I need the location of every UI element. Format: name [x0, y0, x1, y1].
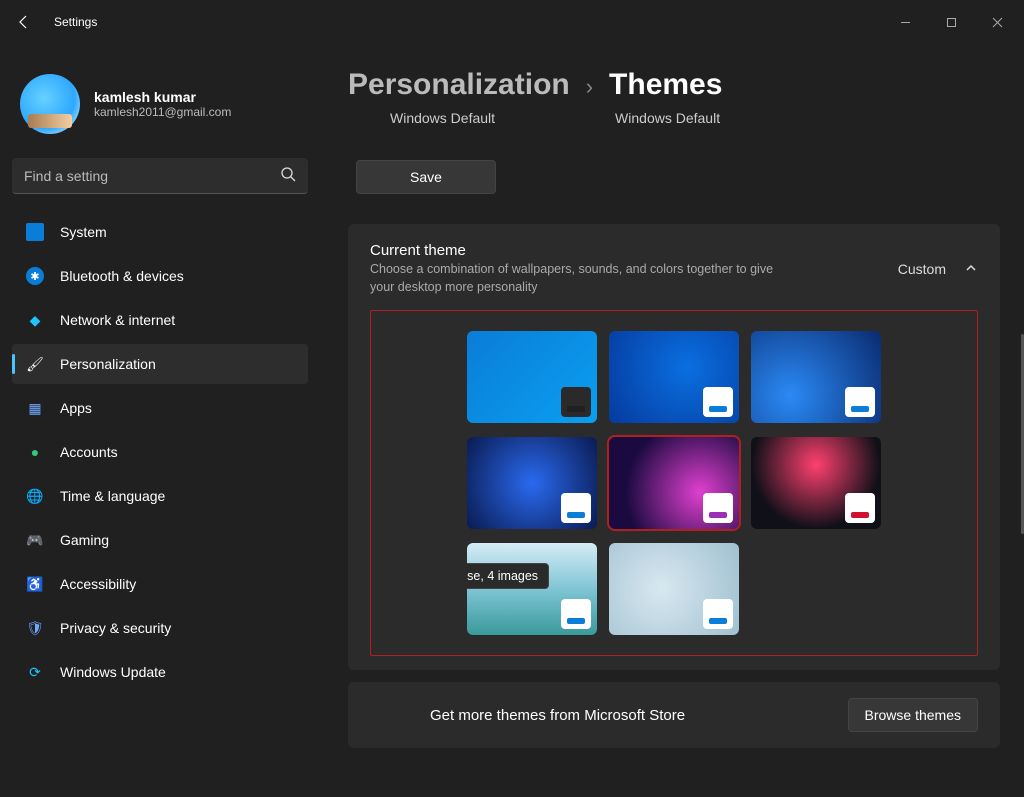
close-button[interactable] — [974, 6, 1020, 38]
gamepad-icon: 🎮 — [26, 531, 44, 549]
theme-bloom-blue[interactable] — [751, 331, 881, 423]
theme-gallery: Sunrise, 4 images — [425, 331, 923, 635]
panel-title: Current theme — [370, 242, 800, 259]
user-profile[interactable]: kamlesh kumar kamlesh2011@gmail.com — [12, 74, 308, 158]
breadcrumb: Personalization › Themes — [348, 68, 1000, 102]
theme-bloom-dark[interactable] — [467, 437, 597, 529]
main-content: Personalization › Themes Windows Default… — [320, 44, 1024, 797]
nav-time[interactable]: 🌐Time & language — [12, 476, 308, 516]
monitor-icon — [26, 223, 44, 241]
avatar — [20, 74, 80, 134]
person-icon: ● — [26, 443, 44, 461]
maximize-button[interactable] — [928, 6, 974, 38]
theme-flow[interactable] — [609, 543, 739, 635]
nav-accessibility[interactable]: ♿Accessibility — [12, 564, 308, 604]
theme-captured[interactable] — [751, 437, 881, 529]
nav-system[interactable]: System — [12, 212, 308, 252]
theme-chip — [703, 493, 733, 523]
apps-icon: ▦ — [26, 399, 44, 417]
arrow-left-icon — [16, 14, 32, 30]
panel-value: Custom — [898, 261, 946, 277]
user-name: kamlesh kumar — [94, 89, 231, 105]
nav-network[interactable]: ◆Network & internet — [12, 300, 308, 340]
nav-bluetooth[interactable]: ✱Bluetooth & devices — [12, 256, 308, 296]
accessibility-icon: ♿ — [26, 575, 44, 593]
label-windows-default-1: Windows Default — [390, 110, 495, 156]
tooltip: Sunrise, 4 images — [467, 563, 549, 589]
theme-glow[interactable] — [609, 437, 739, 529]
search-input[interactable] — [12, 158, 308, 194]
label-windows-default-2: Windows Default — [615, 110, 720, 156]
nav-list: System ✱Bluetooth & devices ◆Network & i… — [12, 212, 308, 692]
chevron-up-icon — [964, 261, 978, 278]
theme-chip — [845, 387, 875, 417]
theme-win-light[interactable] — [467, 331, 597, 423]
theme-chip — [561, 493, 591, 523]
panel-subtitle: Choose a combination of wallpapers, soun… — [370, 261, 800, 296]
back-button[interactable] — [4, 2, 44, 42]
minimize-button[interactable] — [882, 6, 928, 38]
nav-apps[interactable]: ▦Apps — [12, 388, 308, 428]
nav-gaming[interactable]: 🎮Gaming — [12, 520, 308, 560]
nav-update[interactable]: ⟳Windows Update — [12, 652, 308, 692]
store-label: Get more themes from Microsoft Store — [430, 707, 685, 724]
theme-chip — [845, 493, 875, 523]
shield-icon: 🛡 — [26, 619, 44, 637]
theme-chip — [703, 599, 733, 629]
store-row: Get more themes from Microsoft Store Bro… — [348, 682, 1000, 748]
theme-chip — [703, 387, 733, 417]
panel-header[interactable]: Current theme Choose a combination of wa… — [370, 242, 978, 296]
theme-win-dark[interactable] — [609, 331, 739, 423]
browse-themes-button[interactable]: Browse themes — [848, 698, 978, 732]
breadcrumb-parent[interactable]: Personalization — [348, 68, 570, 102]
breadcrumb-current: Themes — [609, 68, 722, 102]
title-bar: Settings — [0, 0, 1024, 44]
theme-chip — [561, 599, 591, 629]
search-icon — [280, 166, 296, 187]
nav-personalization[interactable]: 🖌Personalization — [12, 344, 308, 384]
chevron-right-icon: › — [586, 74, 593, 100]
nav-privacy[interactable]: 🛡Privacy & security — [12, 608, 308, 648]
globe-icon: 🌐 — [26, 487, 44, 505]
save-button[interactable]: Save — [356, 160, 496, 194]
window-title: Settings — [54, 15, 97, 29]
brush-icon: 🖌 — [26, 355, 44, 373]
current-theme-panel: Current theme Choose a combination of wa… — [348, 224, 1000, 670]
partial-top-row: Windows Default Windows Default — [348, 110, 1000, 156]
search-box[interactable] — [12, 158, 308, 194]
sidebar: kamlesh kumar kamlesh2011@gmail.com Syst… — [0, 44, 320, 797]
update-icon: ⟳ — [26, 663, 44, 681]
wifi-icon: ◆ — [26, 311, 44, 329]
nav-accounts[interactable]: ●Accounts — [12, 432, 308, 472]
theme-sunrise[interactable]: Sunrise, 4 images — [467, 543, 597, 635]
bluetooth-icon: ✱ — [26, 267, 44, 285]
theme-chip — [561, 387, 591, 417]
user-email: kamlesh2011@gmail.com — [94, 105, 231, 119]
theme-gallery-highlight: Sunrise, 4 images — [370, 310, 978, 656]
